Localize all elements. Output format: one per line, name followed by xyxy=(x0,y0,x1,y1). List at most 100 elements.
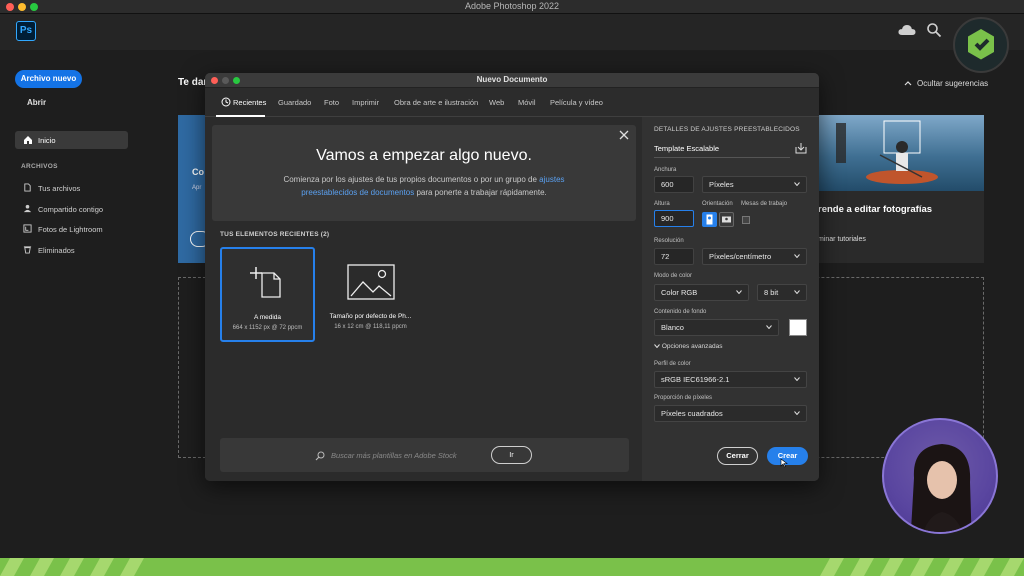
photoshop-logo[interactable]: Ps xyxy=(16,21,36,41)
banner-text-part: para ponerte a trabajar rápidamente. xyxy=(414,188,547,197)
color-mode-select[interactable]: Color RGB xyxy=(654,284,749,301)
advanced-options-toggle[interactable]: Opciones avanzadas xyxy=(654,343,723,350)
tab-movil[interactable]: Móvil xyxy=(518,98,536,107)
tab-obra-de-arte[interactable]: Obra de arte e ilustración xyxy=(394,98,478,107)
orientation-label: Orientación xyxy=(702,201,733,207)
portrait-orientation-button[interactable] xyxy=(702,212,717,227)
sidebar-item-home[interactable]: Inicio xyxy=(15,131,128,149)
color-mode-label: Modo de color xyxy=(654,273,693,279)
close-button[interactable]: Cerrar xyxy=(717,447,758,465)
recent-item-detail: 664 x 1152 px @ 72 ppcm xyxy=(232,325,303,331)
suggestion-card-text: Apr xyxy=(192,185,202,191)
chevron-pattern xyxy=(0,558,1024,576)
cursor-icon xyxy=(780,458,788,468)
presets-link[interactable]: ajustes xyxy=(539,175,564,184)
home-icon xyxy=(24,136,32,144)
bit-depth-value: 8 bit xyxy=(764,288,779,297)
divider xyxy=(654,157,790,158)
tab-web[interactable]: Web xyxy=(489,98,504,107)
clock-icon xyxy=(221,97,231,107)
tutorial-card-link[interactable]: minar tutoriales xyxy=(818,236,866,243)
presets-link-continued[interactable]: preestablecidos de documentos xyxy=(301,188,414,197)
webcam-overlay xyxy=(882,418,998,534)
color-profile-select[interactable]: sRGB IEC61966-2.1 xyxy=(654,371,807,388)
background-color-swatch[interactable] xyxy=(789,319,807,336)
new-document-icon xyxy=(250,267,281,298)
stock-search-input[interactable]: Buscar más plantillas en Adobe Stock xyxy=(331,451,457,460)
sidebar-item-label: Inicio xyxy=(38,136,56,145)
recent-item-default[interactable]: Tamaño por defecto de Ph... 16 x 12 cm @… xyxy=(323,247,418,342)
preset-name-input[interactable]: Template Escalable xyxy=(654,144,719,153)
chevron-down-icon xyxy=(794,290,800,294)
trash-icon xyxy=(23,246,32,254)
tab-foto[interactable]: Foto xyxy=(324,98,339,107)
new-file-button[interactable]: Archivo nuevo xyxy=(15,70,82,88)
background-label: Contenido de fondo xyxy=(654,309,707,315)
save-preset-icon[interactable] xyxy=(795,142,807,154)
pixel-ratio-select[interactable]: Píxeles cuadrados xyxy=(654,405,807,422)
suggestion-card-title: Co xyxy=(192,167,204,177)
advanced-options-label: Opciones avanzadas xyxy=(661,343,723,350)
window-title: Adobe Photoshop 2022 xyxy=(464,1,560,11)
open-button[interactable]: Abrir xyxy=(27,98,46,107)
details-heading: DETALLES DE AJUSTES PREESTABLECIDOS xyxy=(654,126,800,133)
landscape-icon xyxy=(722,216,731,223)
recent-item-name: Tamaño por defecto de Ph... xyxy=(329,313,412,320)
width-input[interactable]: 600 xyxy=(654,176,694,193)
files-section-heading: ARCHIVOS xyxy=(21,163,58,170)
banner-text-part: Comienza por los ajustes de tus propios … xyxy=(283,175,540,184)
height-label: Altura xyxy=(654,201,670,207)
cloud-icon[interactable] xyxy=(898,24,916,36)
recent-item-detail: 16 x 12 cm @ 118,11 ppcm xyxy=(334,324,407,330)
chevron-up-icon xyxy=(904,81,912,86)
hide-suggestions-label: Ocultar sugerencias xyxy=(917,79,989,88)
welcome-heading: Te dar xyxy=(178,77,208,88)
brand-logo xyxy=(953,17,1009,73)
file-icon xyxy=(24,183,31,192)
chevron-down-icon xyxy=(736,290,742,294)
landscape-orientation-button[interactable] xyxy=(719,212,734,227)
hide-suggestions-button[interactable]: Ocultar sugerencias xyxy=(904,79,988,88)
resolution-input[interactable]: 72 xyxy=(654,248,694,265)
resolution-label: Resolución xyxy=(654,238,684,244)
close-icon[interactable] xyxy=(618,129,630,141)
color-mode-value: Color RGB xyxy=(661,288,698,297)
chevron-down-icon xyxy=(654,344,660,349)
recent-item-custom[interactable]: A medida 664 x 1152 px @ 72 ppcm xyxy=(220,247,315,342)
portrait-icon xyxy=(706,214,713,225)
lightroom-icon xyxy=(23,224,32,233)
artboards-checkbox[interactable] xyxy=(742,216,750,224)
window-titlebar: Adobe Photoshop 2022 xyxy=(0,0,1024,14)
resolution-unit-select[interactable]: Píxeles/centímetro xyxy=(702,248,807,265)
background-value: Blanco xyxy=(661,323,684,332)
banner-text: Comienza por los ajustes de tus propios … xyxy=(255,173,593,199)
banner-title: Vamos a empezar algo nuevo. xyxy=(316,147,532,164)
tab-guardado[interactable]: Guardado xyxy=(278,98,311,107)
stock-go-button[interactable]: Ir xyxy=(491,446,532,464)
bit-depth-select[interactable]: 8 bit xyxy=(757,284,807,301)
kayak-photo-image xyxy=(836,120,938,184)
chevron-down-icon xyxy=(794,254,800,258)
background-select[interactable]: Blanco xyxy=(654,319,779,336)
height-input[interactable]: 900 xyxy=(654,210,694,227)
color-profile-label: Perfil de color xyxy=(654,361,691,367)
resolution-unit-value: Píxeles/centímetro xyxy=(709,252,772,261)
sidebar-item-label: Fotos de Lightroom xyxy=(38,225,103,234)
width-unit-value: Píxeles xyxy=(709,180,734,189)
tutorial-card-image xyxy=(816,115,984,191)
decorative-band xyxy=(0,558,1024,576)
width-unit-select[interactable]: Píxeles xyxy=(702,176,807,193)
pixel-ratio-value: Píxeles cuadrados xyxy=(661,409,723,418)
chevron-down-icon xyxy=(794,377,800,381)
search-icon xyxy=(315,451,325,461)
tab-pelicula[interactable]: Película y vídeo xyxy=(550,98,603,107)
tab-imprimir[interactable]: Imprimir xyxy=(352,98,379,107)
presenter-image xyxy=(910,444,972,532)
image-icon xyxy=(347,264,395,300)
chevron-down-icon xyxy=(766,325,772,329)
artboards-label: Mesas de trabajo xyxy=(741,201,788,207)
people-icon xyxy=(23,204,32,213)
dialog-tabs: Recientes Guardado Foto Imprimir Obra de… xyxy=(205,88,819,117)
tab-recientes[interactable]: Recientes xyxy=(233,98,266,107)
search-icon[interactable] xyxy=(926,22,942,38)
